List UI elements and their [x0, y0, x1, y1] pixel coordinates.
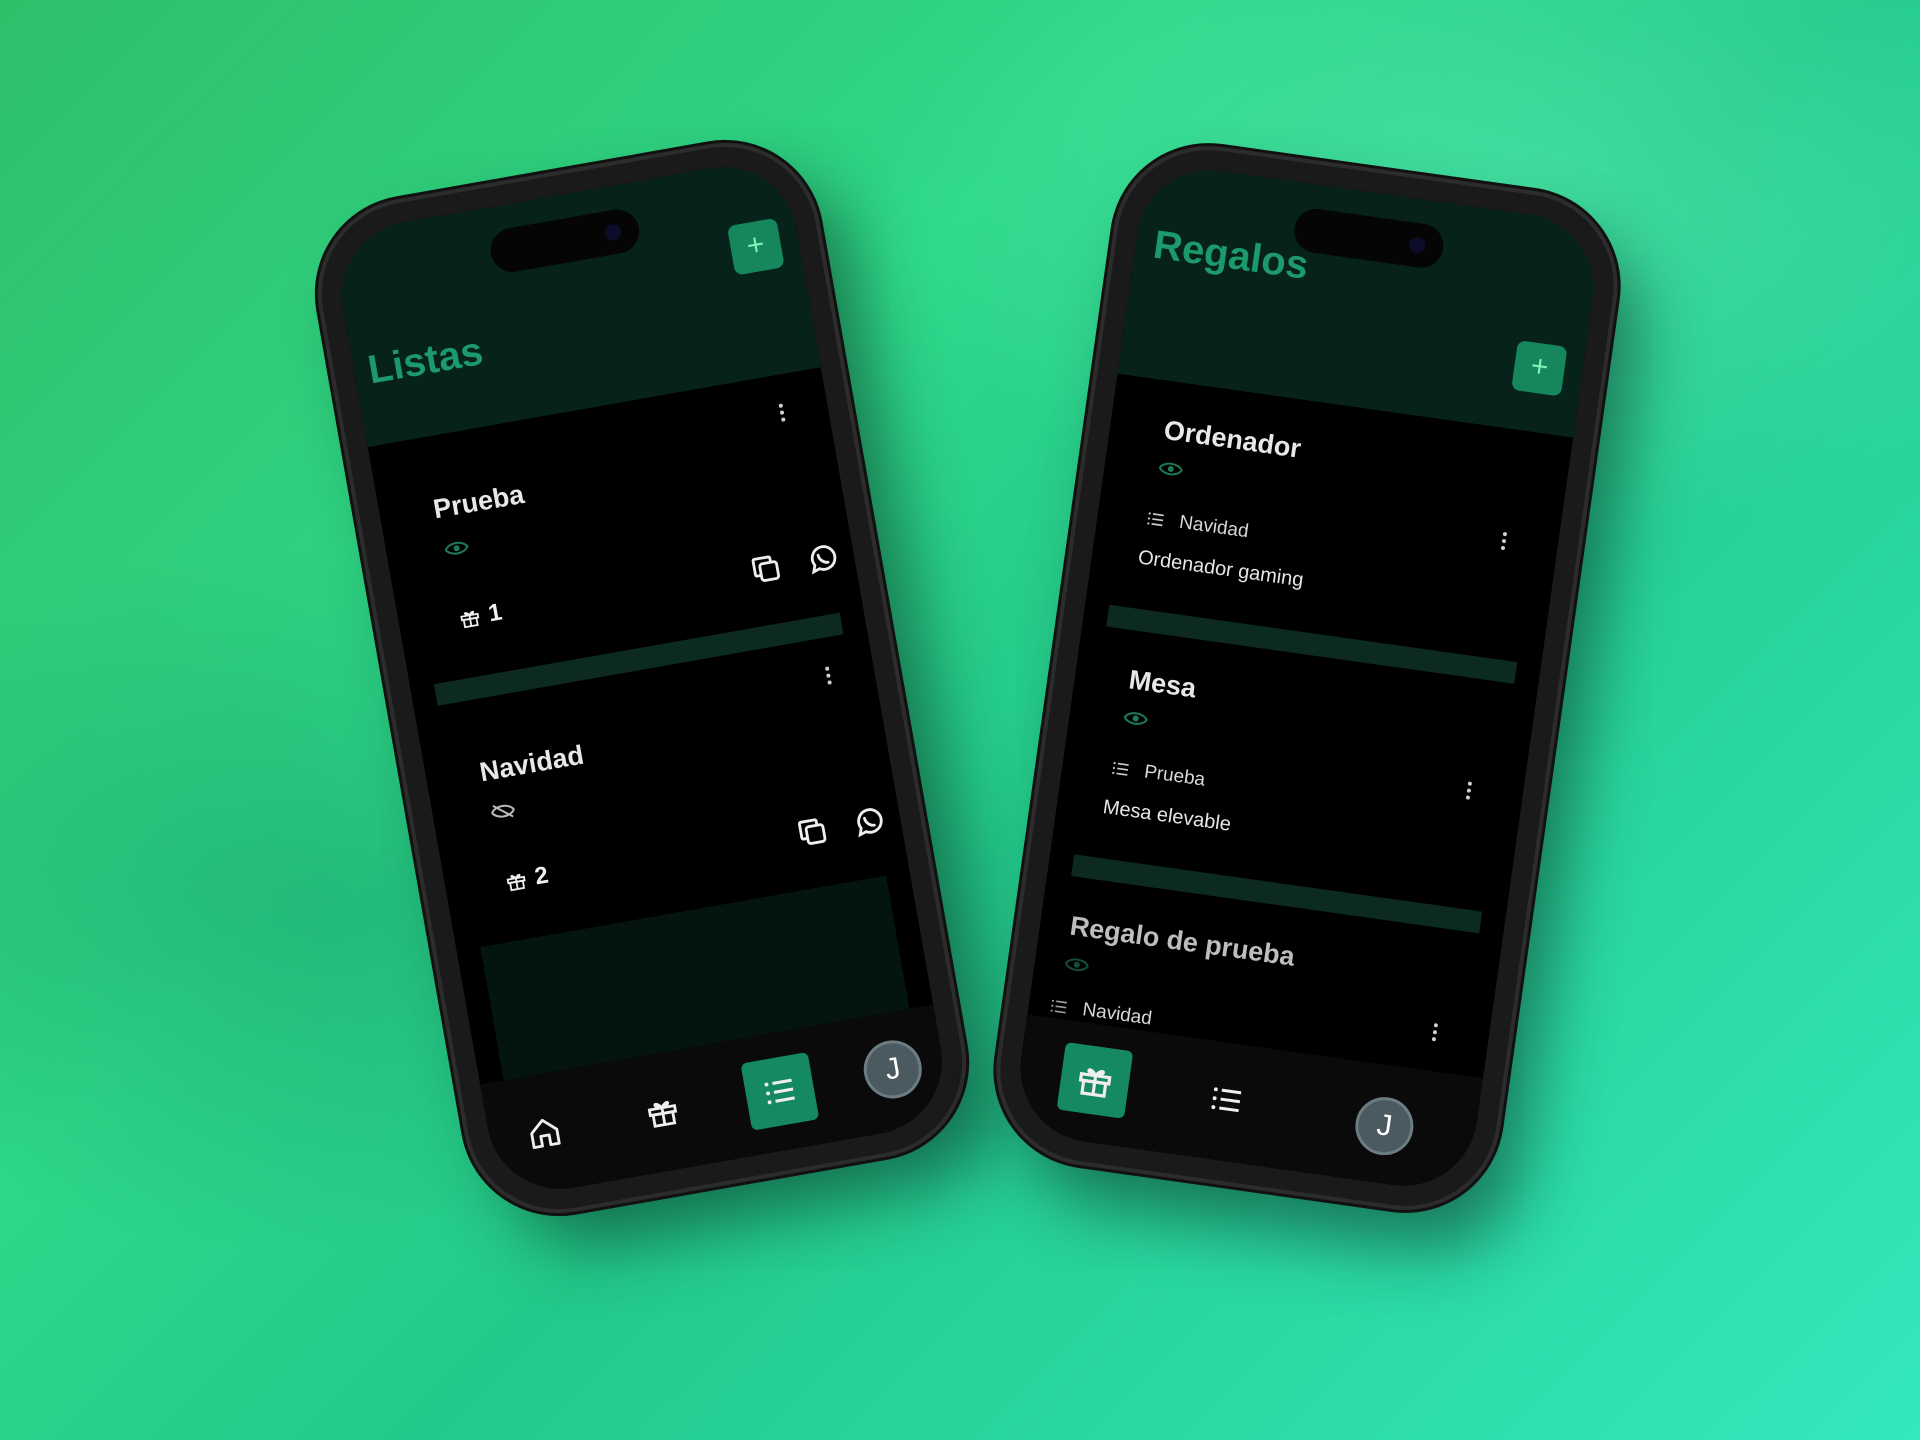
add-list-button[interactable]: +: [726, 217, 785, 276]
nav-lists[interactable]: [740, 1051, 820, 1131]
copy-icon[interactable]: [746, 549, 785, 588]
list-name: Navidad: [477, 739, 587, 788]
list-icon: [1147, 512, 1164, 527]
more-options-icon[interactable]: [776, 400, 788, 425]
gift-name: Regalo de prueba: [1068, 910, 1297, 972]
copy-icon[interactable]: [793, 812, 832, 851]
list-icon: [1211, 1087, 1242, 1113]
gift-name: Mesa: [1127, 664, 1199, 704]
gift-count-value: 1: [486, 598, 505, 628]
gift-description: Ordenador gaming: [1136, 546, 1305, 592]
gift-count: 1: [457, 599, 505, 634]
gift-list-row: Navidad: [1142, 507, 1250, 543]
page-title: Regalos: [1150, 222, 1312, 288]
home-icon: [530, 1118, 561, 1150]
list-icon: [1050, 999, 1068, 1014]
more-options-icon[interactable]: [1498, 529, 1509, 554]
visible-eye-icon: [1158, 462, 1183, 476]
listas-screen: Listas + Prueba 1 Navidad 2 J: [330, 155, 954, 1201]
more-options-icon[interactable]: [1463, 778, 1474, 803]
page-title: Listas: [364, 329, 487, 393]
more-options-icon[interactable]: [1429, 1020, 1440, 1045]
visible-eye-icon: [1123, 712, 1148, 725]
phone-regalos: Regalos + Ordenador Navidad Ordenador ga…: [988, 138, 1626, 1218]
visible-eye-icon: [1064, 958, 1089, 972]
visible-eye-icon: [444, 541, 469, 555]
gift-icon: [460, 610, 480, 629]
avatar[interactable]: J: [1351, 1093, 1418, 1159]
phone-listas: Listas + Prueba 1 Navidad 2 J: [307, 132, 977, 1224]
whatsapp-icon[interactable]: [850, 802, 889, 841]
gift-list-row: Prueba: [1107, 756, 1207, 791]
add-gift-button[interactable]: +: [1511, 340, 1568, 397]
nav-home[interactable]: [511, 1099, 578, 1166]
gift-name: Ordenador: [1162, 414, 1303, 464]
list-name: Prueba: [430, 478, 527, 525]
nav-lists[interactable]: [1194, 1067, 1260, 1133]
hidden-eye-icon: [491, 804, 515, 818]
gift-description: Mesa elevable: [1101, 795, 1233, 836]
gift-icon: [1078, 1068, 1112, 1098]
avatar[interactable]: J: [859, 1035, 927, 1103]
gift-list-name: Navidad: [1177, 511, 1250, 543]
regalos-screen: Regalos + Ordenador Navidad Ordenador ga…: [1011, 160, 1603, 1196]
list-icon: [1112, 761, 1129, 776]
gift-count: 2: [503, 861, 551, 896]
list-icon: [764, 1078, 795, 1105]
whatsapp-icon[interactable]: [803, 539, 842, 578]
nav-gifts[interactable]: [629, 1078, 696, 1145]
gift-count-value: 2: [532, 861, 551, 891]
gift-icon: [506, 873, 526, 892]
more-options-icon[interactable]: [822, 663, 834, 688]
nav-gifts[interactable]: [1056, 1042, 1134, 1119]
gift-list-name: Prueba: [1142, 761, 1207, 791]
gift-icon: [647, 1101, 678, 1128]
